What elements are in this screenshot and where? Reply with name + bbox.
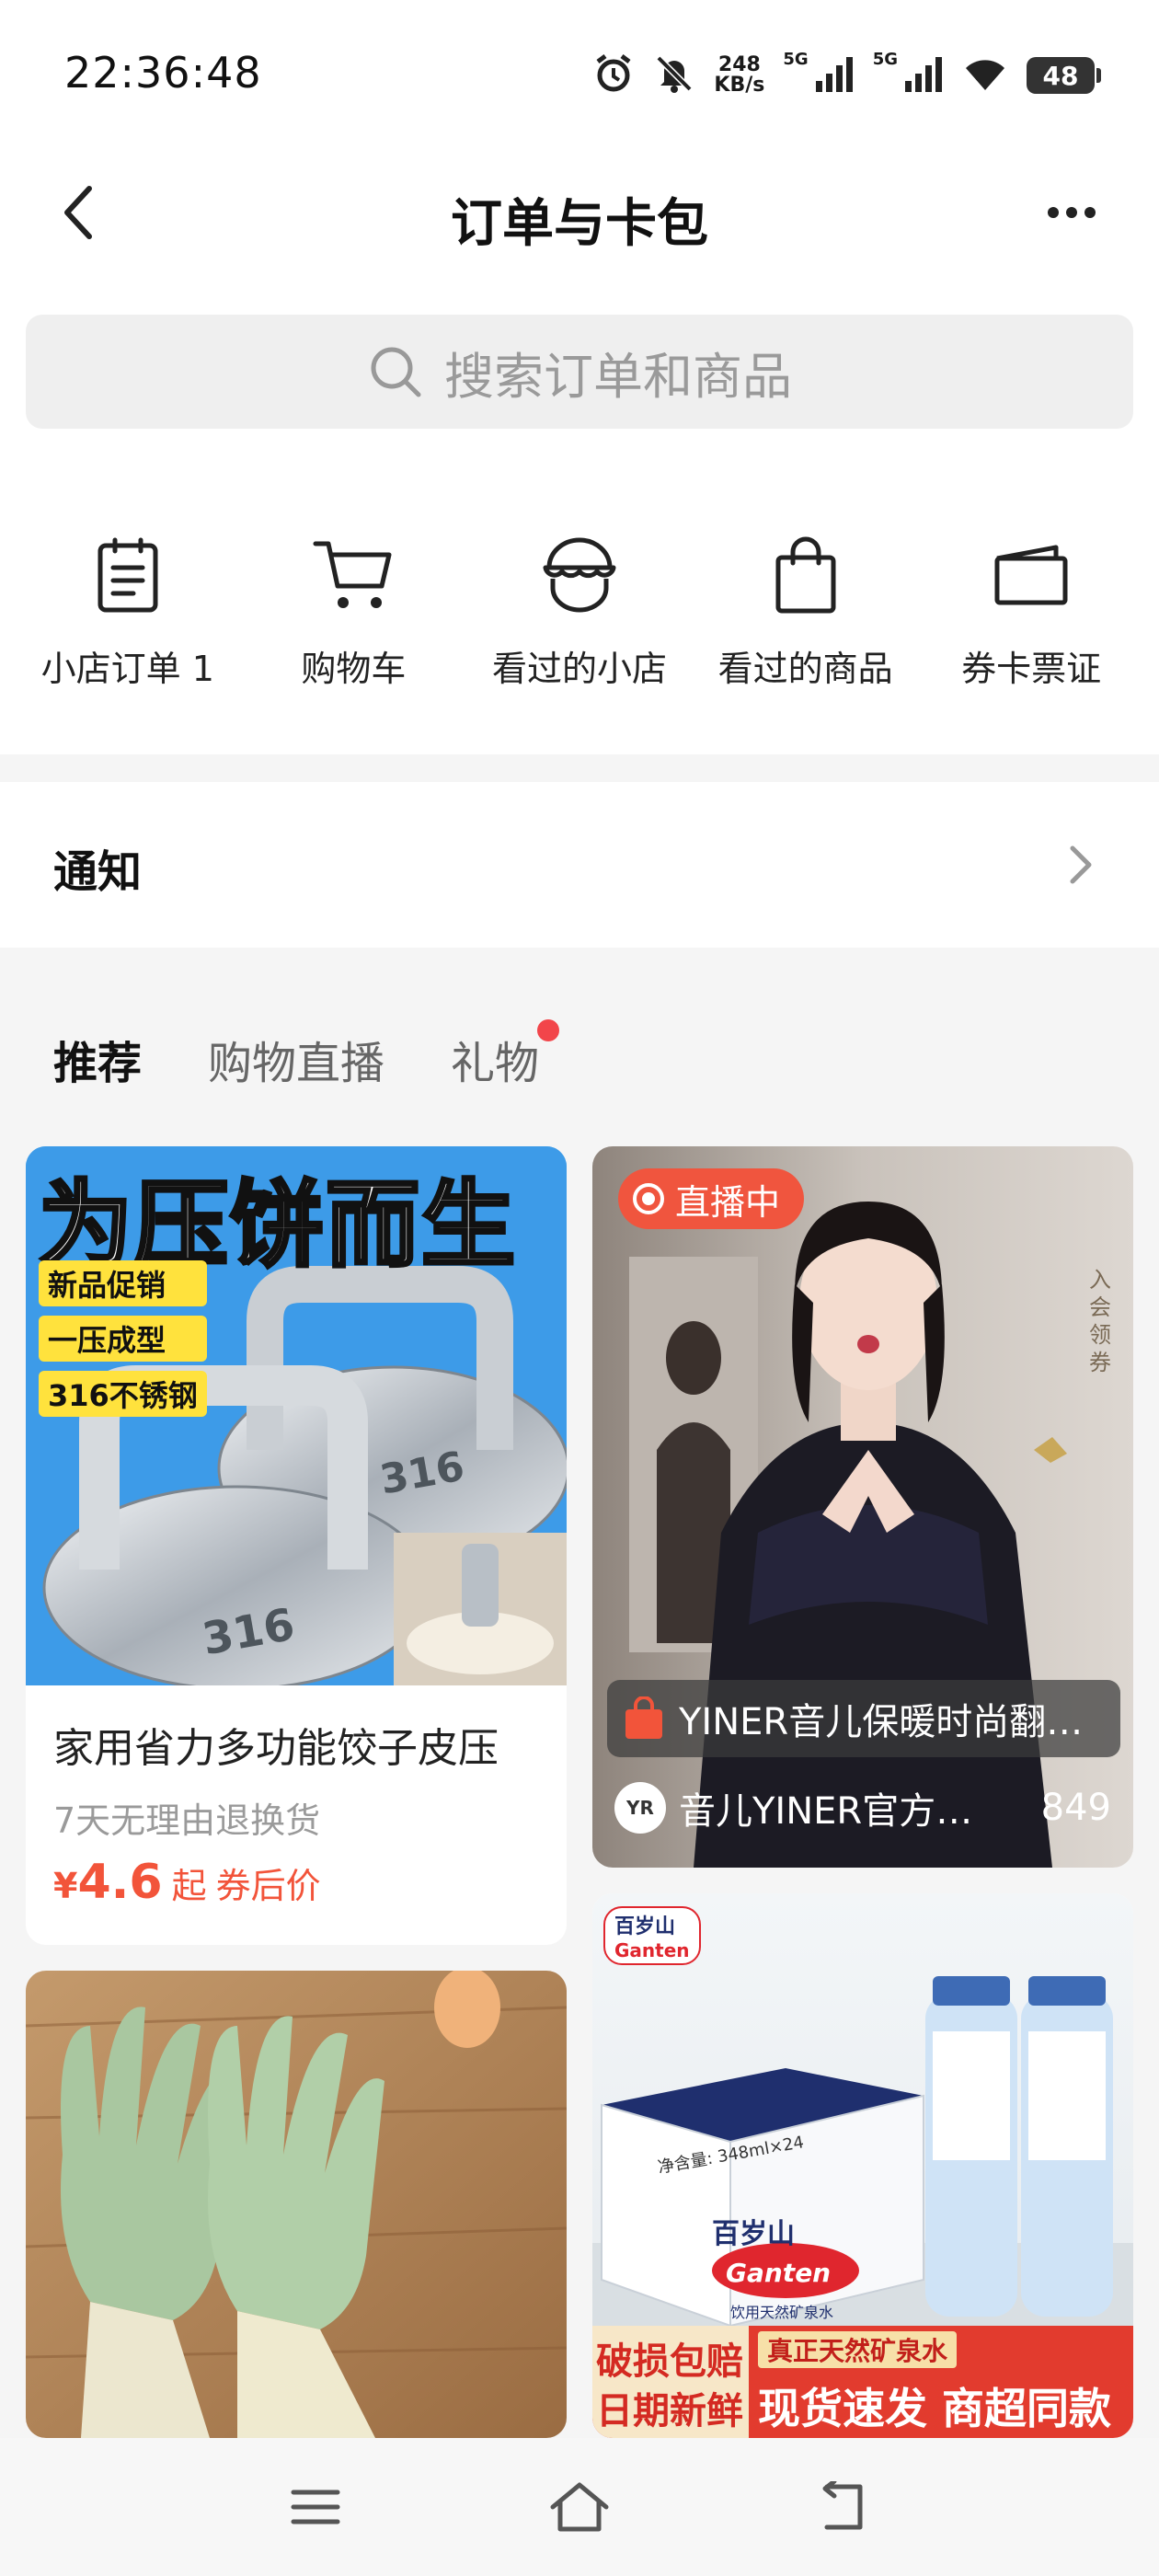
promo-tag: 真正天然矿泉水 — [758, 2331, 958, 2368]
box-brand: 百岁山 — [712, 2218, 795, 2250]
live-icon — [633, 1183, 664, 1214]
more-button[interactable] — [1030, 180, 1113, 245]
wifi-icon — [962, 55, 1008, 96]
notice-label: 通知 — [53, 846, 143, 898]
live-product-name: YINER音儿保暖时尚翻… — [679, 1701, 1084, 1743]
shopping-bag-icon — [625, 1696, 662, 1739]
return-icon — [822, 2481, 863, 2530]
shortcut-cart[interactable]: 购物车 — [247, 432, 459, 754]
shop-name[interactable]: 音儿YINER官方… — [679, 1781, 1041, 1834]
net-speed-unit: KB/s — [714, 74, 765, 97]
shortcut-viewed-products[interactable]: 看过的商品 — [700, 432, 912, 754]
more-dot — [1084, 207, 1096, 218]
image-tag: 新品促销 — [39, 1260, 207, 1306]
product-subtitle: 7天无理由退换货 — [53, 1800, 321, 1841]
image-tag: 一压成型 — [39, 1316, 207, 1362]
promo-tag: 现货速发 商超同款 — [758, 2384, 1112, 2433]
shortcut-row: 小店订单 1 购物车 看过的小店 看过的商品 券卡票证 — [0, 432, 1159, 754]
product-image — [26, 1971, 567, 2438]
price-main: ¥4.6 — [53, 1855, 163, 1910]
live-badge: 直播中 — [618, 1168, 805, 1229]
shortcut-coupons[interactable]: 券卡票证 — [925, 432, 1137, 754]
menu-icon — [291, 2490, 340, 2524]
live-card[interactable]: 直播中 入会领券 YINER音儿保暖时尚翻… YR 音儿YINER官方… 849 — [592, 1146, 1133, 1868]
shortcut-viewed-shops[interactable]: 看过的小店 — [474, 432, 685, 754]
viewer-count: 849 — [1040, 1787, 1111, 1829]
shortcut-label: 小店订单 1 — [40, 649, 214, 689]
tab-live-shopping[interactable]: 购物直播 — [208, 1027, 384, 1091]
alarm-icon — [592, 52, 635, 98]
home-button[interactable] — [538, 2466, 621, 2548]
search-icon — [371, 347, 421, 397]
image-tags: 新品促销 一压成型 316不锈钢 — [39, 1260, 207, 1417]
product-card-gloves[interactable] — [26, 1971, 567, 2438]
live-footer: YR 音儿YINER官方… 849 — [614, 1781, 1111, 1834]
promo-tag: 破损包赔 — [596, 2340, 743, 2383]
signal-2-icon — [903, 55, 944, 96]
net-speed-value: 248 — [717, 53, 761, 76]
home-icon — [550, 2482, 609, 2532]
signal-2-label: 5G — [872, 49, 898, 69]
shortcut-label: 看过的小店 — [491, 649, 667, 689]
image-tag: 316不锈钢 — [39, 1371, 207, 1417]
brand-logo: 百岁山 Ganten — [603, 1906, 701, 1965]
mute-bell-icon — [653, 52, 695, 98]
product-card-press[interactable]: 为压饼而生 新品促销 一压成型 316不锈钢 316 316 家用省力多功能饺子… — [26, 1146, 567, 1945]
shortcut-label: 券卡票证 — [961, 649, 1102, 689]
shortcut-orders[interactable]: 小店订单 1 — [22, 432, 234, 754]
wallet-icon — [990, 534, 1073, 616]
live-product-bar[interactable]: YINER音儿保暖时尚翻… — [607, 1680, 1120, 1757]
tab-gifts-label: 礼物 — [451, 1038, 540, 1089]
clipboard-icon — [86, 534, 169, 616]
shop-avatar[interactable]: YR — [614, 1782, 666, 1834]
net-speed: 248 KB/s — [714, 55, 764, 96]
status-time: 22:36:48 — [64, 48, 262, 98]
nav-bar: 订单与卡包 — [0, 156, 1159, 267]
brand-cn: 百岁山 — [614, 1915, 676, 1938]
shortcut-label: 购物车 — [301, 649, 407, 689]
status-icons: 248 KB/s 5G 5G 48 — [592, 48, 1101, 103]
tab-recommend[interactable]: 推荐 — [53, 1027, 142, 1091]
promo-tag: 日期新鲜 — [596, 2390, 743, 2432]
more-dot — [1048, 207, 1059, 218]
feed-tabs: 推荐 购物直播 礼物 — [53, 1019, 560, 1091]
box-brand-en: Ganten — [726, 2258, 832, 2288]
cart-icon — [312, 534, 395, 616]
price-value: 4.6 — [77, 1855, 163, 1910]
live-badge-label: 直播中 — [675, 1181, 781, 1223]
price-from: 起 — [171, 1866, 207, 1906]
search-placeholder: 搜索订单和商品 — [444, 347, 792, 406]
tab-gifts[interactable]: 礼物 — [451, 1019, 560, 1091]
price-suffix: 券后价 — [215, 1866, 321, 1906]
price-symbol: ¥ — [53, 1866, 78, 1906]
signal-1-label: 5G — [783, 49, 809, 69]
search-input[interactable]: 搜索订单和商品 — [26, 315, 1133, 429]
product-image: 百岁山 Ganten 净含量: 348ml×24 百岁山 Ganten 饮用天然… — [592, 1893, 1133, 2438]
back-system-button[interactable] — [802, 2466, 885, 2548]
system-nav-bar — [0, 2438, 1159, 2576]
menu-button[interactable] — [274, 2466, 357, 2548]
product-image: 为压饼而生 新品促销 一压成型 316不锈钢 316 316 — [26, 1146, 567, 1685]
shortcut-label: 看过的商品 — [717, 649, 893, 689]
bag-icon — [764, 534, 847, 616]
search-section: 搜索订单和商品 — [0, 267, 1159, 432]
battery-indicator: 48 — [1027, 57, 1101, 94]
page-title: 订单与卡包 — [451, 194, 708, 254]
status-bar: 22:36:48 248 KB/s 5G 5G 48 — [0, 0, 1159, 156]
live-stream-image: 直播中 入会领券 YINER音儿保暖时尚翻… YR 音儿YINER官方… 849 — [592, 1146, 1133, 1868]
more-dot — [1066, 207, 1077, 218]
signal-1-icon — [814, 55, 855, 96]
product-title: 家用省力多功能饺子皮压 — [53, 1725, 499, 1772]
shop-icon — [538, 534, 621, 616]
product-price: ¥4.6 起 券后价 — [53, 1855, 321, 1910]
chevron-right-icon — [1070, 845, 1092, 884]
product-card-water[interactable]: 百岁山 Ganten 净含量: 348ml×24 百岁山 Ganten 饮用天然… — [592, 1893, 1133, 2438]
side-text: 入会领券 — [1089, 1267, 1111, 1375]
box-text: 饮用天然矿泉水 — [730, 2304, 834, 2321]
notice-row[interactable]: 通知 — [0, 782, 1159, 948]
brand-en: Ganten — [614, 1939, 690, 1961]
notification-dot — [537, 1019, 560, 1041]
